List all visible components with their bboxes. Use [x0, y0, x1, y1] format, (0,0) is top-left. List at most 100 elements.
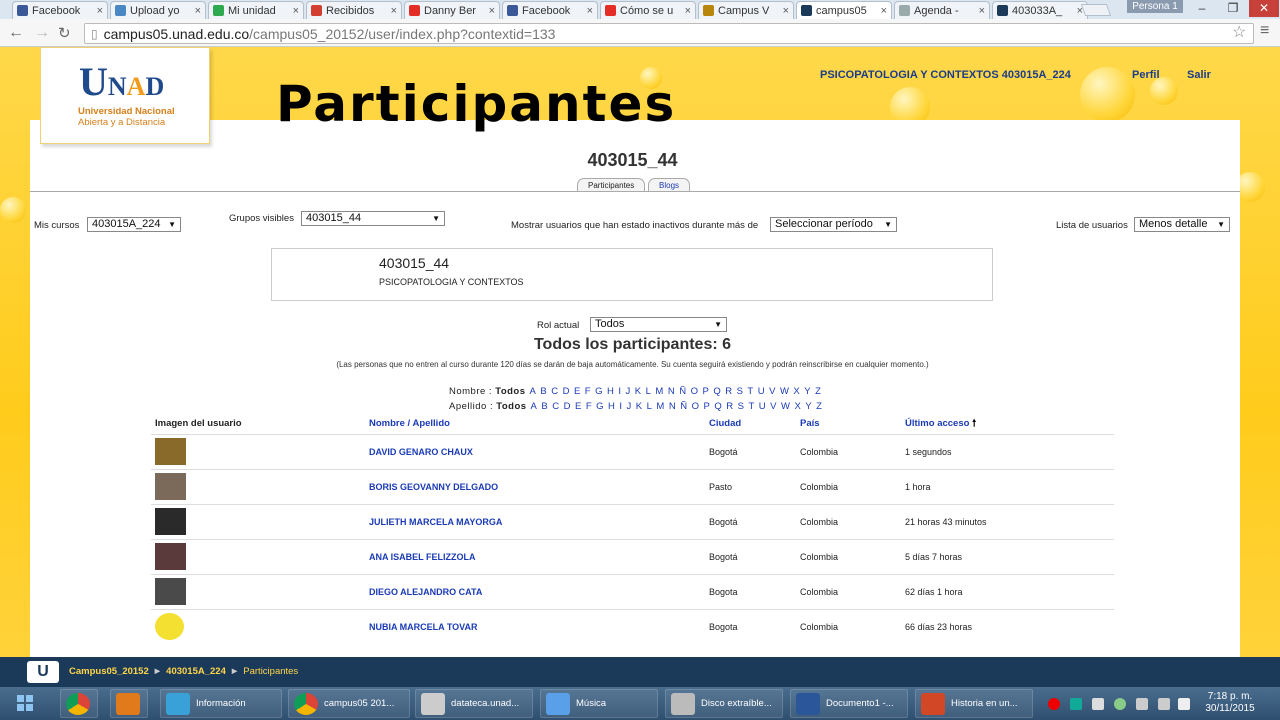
last-letter-T[interactable]: T — [748, 401, 754, 412]
first-letter-H[interactable]: H — [607, 386, 614, 397]
browser-tab[interactable]: Agenda - × — [894, 1, 990, 19]
last-letter-Ñ[interactable]: Ñ — [680, 401, 687, 412]
avatar[interactable] — [155, 508, 186, 535]
first-letter-M[interactable]: M — [655, 386, 663, 397]
last-letter-P[interactable]: P — [703, 401, 710, 412]
taskbar-item[interactable]: campus05 201... — [288, 689, 410, 718]
tab-close-icon[interactable]: × — [97, 5, 103, 17]
logout-link[interactable]: Salir — [1187, 69, 1211, 81]
course-link[interactable]: PSICOPATOLOGIA Y CONTEXTOS 403015A_224 — [820, 69, 1071, 81]
first-letter-F[interactable]: F — [585, 386, 591, 397]
tray-flag-icon[interactable] — [1178, 698, 1190, 710]
taskbar-item[interactable]: Historia en un... — [915, 689, 1033, 718]
page-info-icon[interactable]: ▯ — [91, 27, 98, 41]
profile-badge[interactable]: Persona 1 — [1127, 0, 1183, 13]
first-letter-K[interactable]: K — [635, 386, 642, 397]
tab-close-icon[interactable]: × — [881, 5, 887, 17]
last-letter-H[interactable]: H — [608, 401, 615, 412]
clock[interactable]: 7:18 p. m. 30/11/2015 — [1195, 691, 1265, 715]
last-letter-N[interactable]: N — [669, 401, 676, 412]
new-tab-button[interactable] — [1080, 4, 1112, 16]
unad-logo[interactable]: UNAD Universidad Nacional Abierta y a Di… — [40, 47, 210, 144]
last-letter-F[interactable]: F — [586, 401, 592, 412]
tray-app-icon[interactable] — [1048, 698, 1060, 710]
avatar[interactable] — [155, 438, 186, 465]
col-country[interactable]: País — [796, 414, 901, 435]
col-last-access[interactable]: Último acceso 🠕 — [901, 414, 1114, 435]
last-letter-R[interactable]: R — [726, 401, 733, 412]
first-letter-V[interactable]: V — [769, 386, 776, 397]
tray-display-icon[interactable] — [1136, 698, 1148, 710]
taskbar-item[interactable]: Información — [160, 689, 282, 718]
last-letter-C[interactable]: C — [552, 401, 559, 412]
browser-tab[interactable]: Mi unidad × — [208, 1, 304, 19]
participant-name-link[interactable]: JULIETH MARCELA MAYORGA — [365, 503, 705, 539]
tab-blogs[interactable]: Blogs — [648, 178, 691, 192]
tray-battery-icon[interactable] — [1114, 698, 1126, 710]
browser-tab[interactable]: Recibidos × — [306, 1, 402, 19]
last-letter-S[interactable]: S — [738, 401, 745, 412]
tab-close-icon[interactable]: × — [587, 5, 593, 17]
first-letter-E[interactable]: E — [574, 386, 581, 397]
col-city[interactable]: Ciudad — [705, 414, 796, 435]
browser-tab[interactable]: Facebook × — [502, 1, 598, 19]
first-letter-N[interactable]: N — [668, 386, 675, 397]
first-letter-J[interactable]: J — [626, 386, 631, 397]
last-letter-I[interactable]: I — [619, 401, 622, 412]
avatar[interactable] — [155, 578, 186, 605]
col-name[interactable]: Nombre / Apellido — [365, 414, 705, 435]
groups-select[interactable]: 403015_44 ▼ — [301, 211, 445, 226]
browser-tab[interactable]: campus05 × — [796, 1, 892, 19]
breadcrumb-course[interactable]: 403015A_224 — [166, 666, 226, 677]
role-select[interactable]: Todos ▼ — [590, 317, 727, 332]
last-letter-Z[interactable]: Z — [816, 401, 822, 412]
avatar[interactable] — [155, 473, 186, 500]
first-letter-T[interactable]: T — [747, 386, 753, 397]
participant-name-link[interactable]: ANA ISABEL FELIZZOLA — [365, 538, 705, 574]
participant-name-link[interactable]: BORIS GEOVANNY DELGADO — [365, 468, 705, 504]
last-letter-V[interactable]: V — [770, 401, 777, 412]
forward-icon[interactable]: → — [34, 24, 50, 42]
first-letter-C[interactable]: C — [551, 386, 558, 397]
tab-close-icon[interactable]: × — [783, 5, 789, 17]
avatar[interactable] — [155, 543, 186, 570]
last-letter-B[interactable]: B — [541, 401, 548, 412]
taskbar-item[interactable]: Música — [540, 689, 658, 718]
first-letter-D[interactable]: D — [563, 386, 570, 397]
avatar[interactable] — [155, 613, 184, 641]
first-letter-S[interactable]: S — [737, 386, 744, 397]
participant-name-link[interactable]: DAVID GENARO CHAUX — [365, 433, 705, 469]
first-letter-X[interactable]: X — [793, 386, 800, 397]
tab-close-icon[interactable]: × — [293, 5, 299, 17]
back-icon[interactable]: ← — [8, 24, 24, 42]
first-letter-L[interactable]: L — [646, 386, 652, 397]
filter-all-last[interactable]: Todos — [496, 401, 526, 412]
browser-tab[interactable]: 403033A_ × — [992, 1, 1088, 19]
menu-icon[interactable]: ≡ — [1260, 22, 1269, 40]
last-letter-Q[interactable]: Q — [714, 401, 722, 412]
first-letter-P[interactable]: P — [702, 386, 709, 397]
last-letter-W[interactable]: W — [781, 401, 790, 412]
first-letter-A[interactable]: A — [530, 386, 537, 397]
taskbar-item[interactable] — [60, 689, 98, 718]
browser-tab[interactable]: Upload yo × — [110, 1, 206, 19]
browser-tab[interactable]: Cómo se u × — [600, 1, 696, 19]
browser-tab[interactable]: Facebook × — [12, 1, 108, 19]
first-letter-I[interactable]: I — [618, 386, 621, 397]
tab-close-icon[interactable]: × — [195, 5, 201, 17]
taskbar-item[interactable] — [110, 689, 148, 718]
browser-tab[interactable]: Danny Ber × — [404, 1, 500, 19]
tab-close-icon[interactable]: × — [391, 5, 397, 17]
first-letter-R[interactable]: R — [725, 386, 732, 397]
userlist-select[interactable]: Menos detalle ▼ — [1134, 217, 1230, 232]
filter-all-first[interactable]: Todos — [495, 386, 525, 397]
first-letter-B[interactable]: B — [540, 386, 547, 397]
unad-home-icon[interactable]: U — [27, 661, 59, 683]
last-letter-M[interactable]: M — [656, 401, 664, 412]
last-letter-K[interactable]: K — [636, 401, 643, 412]
restore-icon[interactable]: ❐ — [1218, 0, 1248, 17]
reload-icon[interactable]: ↻ — [58, 24, 71, 42]
last-letter-Y[interactable]: Y — [805, 401, 812, 412]
start-button[interactable] — [8, 690, 42, 717]
url-input[interactable]: ▯ campus05.unad.edu.co/campus05_20152/us… — [84, 23, 1254, 44]
